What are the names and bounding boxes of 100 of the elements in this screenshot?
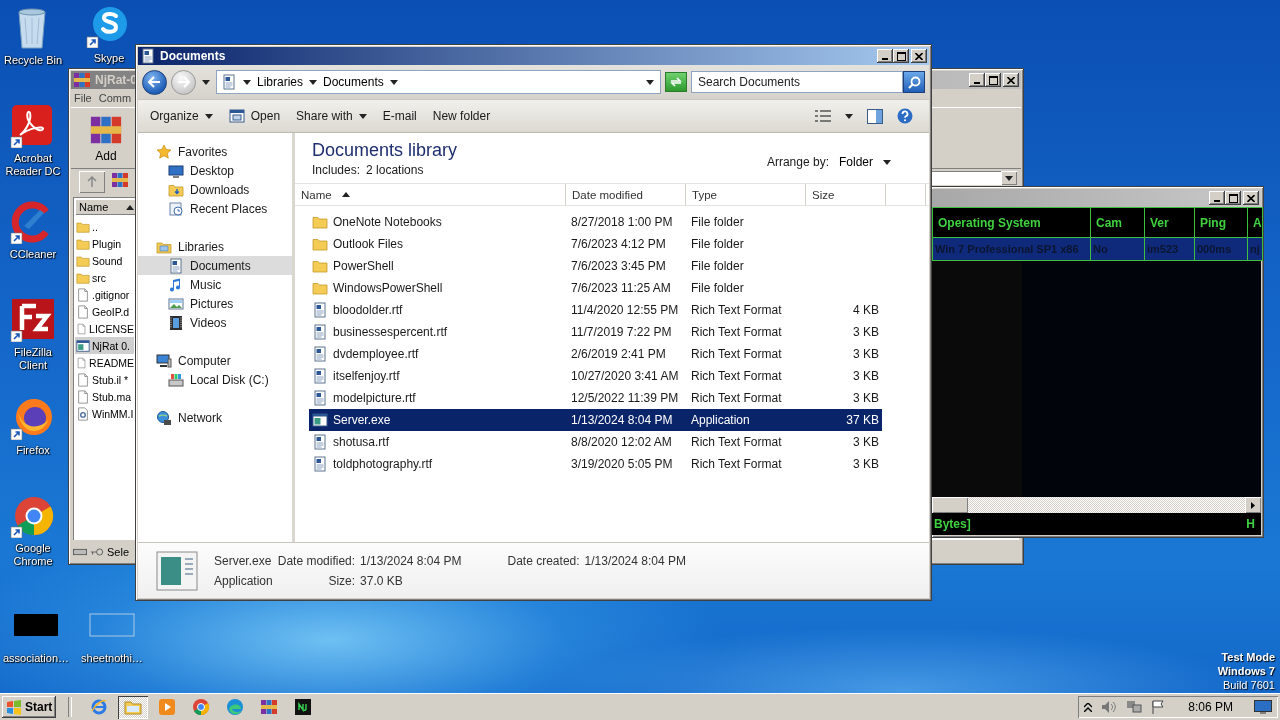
toolbar-button[interactable]: New folder xyxy=(426,106,497,126)
column-header[interactable]: Size xyxy=(806,184,886,205)
file-row[interactable]: Sound xyxy=(75,252,134,269)
maximize-button[interactable] xyxy=(1225,191,1241,205)
scroll-right-button[interactable] xyxy=(1245,497,1261,513)
file-row[interactable]: GeoIP.d xyxy=(75,303,134,320)
nav-item[interactable]: Desktop xyxy=(138,161,292,180)
back-button[interactable] xyxy=(142,69,167,95)
nav-group[interactable]: Computer xyxy=(138,351,292,370)
file-row[interactable]: OneNote Notebooks 8/27/2018 1:00 PM File folder xyxy=(309,211,882,233)
menu-item[interactable]: File xyxy=(74,92,92,104)
nav-item[interactable]: Music xyxy=(138,275,292,294)
nav-group[interactable]: Libraries xyxy=(138,237,292,256)
preview-pane-button[interactable] xyxy=(865,108,885,124)
nav-item[interactable]: Pictures xyxy=(138,294,292,313)
file-row[interactable]: Stub.ma xyxy=(75,388,134,405)
desktop-icon-label[interactable]: sheetnothi… xyxy=(81,652,143,665)
view-options-button[interactable] xyxy=(813,110,833,122)
maximize-icon xyxy=(896,51,906,61)
minimize-button[interactable] xyxy=(969,73,985,87)
file-row[interactable]: PowerShell 7/6/2023 3:45 PM File folder xyxy=(309,255,882,277)
desktop-icon-label[interactable]: Acrobat Reader DC xyxy=(0,152,66,178)
maximize-button[interactable] xyxy=(893,49,909,63)
file-row[interactable]: Server.exe 1/13/2024 8:04 PM Application 37 KB xyxy=(309,409,882,431)
file-row[interactable]: toldphotography.rtf 3/19/2020 5:05 PM Rich Text Format 3 KB xyxy=(309,453,882,475)
search-field[interactable]: Search Documents xyxy=(691,71,903,93)
file-row[interactable]: README xyxy=(75,354,134,371)
file-icon xyxy=(76,372,90,387)
nav-item[interactable]: Documents xyxy=(138,256,292,275)
file-row[interactable]: Plugin xyxy=(75,235,134,252)
breadcrumb-item[interactable]: Libraries xyxy=(257,75,304,89)
column-header[interactable]: Type xyxy=(686,184,806,205)
file-row[interactable]: dvdemployee.rtf 2/6/2019 2:41 PM Rich Text Format 3 KB xyxy=(309,343,882,365)
column-header[interactable]: A xyxy=(1247,207,1263,238)
desktop-icon-label[interactable]: CCleaner xyxy=(9,248,57,261)
address-field[interactable] xyxy=(931,171,1017,185)
file-row[interactable]: NjRat 0. xyxy=(75,337,134,354)
address-dropdown-button[interactable] xyxy=(644,79,656,85)
add-button[interactable]: Add xyxy=(85,111,127,165)
up-button[interactable] xyxy=(79,171,105,193)
file-row[interactable]: WinMM.I xyxy=(75,405,134,422)
desktop-icon-label[interactable]: Recycle Bin xyxy=(3,54,63,67)
breadcrumb-item[interactable]: Documents xyxy=(323,75,384,89)
refresh-button[interactable] xyxy=(665,72,687,92)
column-header[interactable]: Date modified xyxy=(566,184,686,205)
toolbar-button[interactable]: Organize xyxy=(144,106,219,126)
file-row[interactable]: .. xyxy=(75,218,134,235)
minimize-button[interactable] xyxy=(1209,191,1225,205)
minimize-button[interactable] xyxy=(877,49,893,63)
file-row[interactable]: src xyxy=(75,269,134,286)
file-row[interactable]: .gitignor xyxy=(75,286,134,303)
file-row[interactable]: bloodolder.rtf 11/4/2020 12:55 PM Rich Text Format 4 KB xyxy=(309,299,882,321)
column-header[interactable]: Name xyxy=(295,184,566,205)
locations-link[interactable]: 2 locations xyxy=(366,163,424,177)
file-row[interactable]: WindowsPowerShell 7/6/2023 11:25 AM File folder xyxy=(309,277,882,299)
horizontal-scrollbar[interactable] xyxy=(932,497,1261,513)
nav-group[interactable]: Favorites xyxy=(138,142,292,161)
column-header[interactable]: Ping xyxy=(1194,207,1248,238)
column-header[interactable]: Operating System xyxy=(932,207,1091,238)
file-row[interactable]: shotusa.rtf 8/8/2020 12:02 AM Rich Text Format 3 KB xyxy=(309,431,882,453)
desktop-icon-label[interactable]: association… xyxy=(2,652,69,665)
file-row[interactable]: Stub.il * xyxy=(75,371,134,388)
close-button[interactable] xyxy=(911,49,927,63)
column-header[interactable]: Cam xyxy=(1090,207,1145,238)
file-row[interactable]: modelpicture.rtf 12/5/2022 11:39 PM Rich Text Format 3 KB xyxy=(309,387,882,409)
clock[interactable]: 8:06 PM xyxy=(1188,700,1233,714)
view-dropdown-button[interactable] xyxy=(843,113,855,119)
address-field[interactable]: Libraries Documents xyxy=(216,70,661,94)
column-header[interactable]: Ver xyxy=(1144,207,1195,238)
nav-item[interactable]: Local Disk (C:) xyxy=(138,370,292,389)
taskbar-button[interactable] xyxy=(118,695,149,719)
nav-item[interactable]: Recent Places xyxy=(138,199,292,218)
size-cell-text: 3 KB xyxy=(852,325,880,339)
nav-item[interactable]: Downloads xyxy=(138,180,292,199)
close-button[interactable] xyxy=(1243,191,1259,205)
file-row[interactable]: businessespercent.rtf 11/7/2019 7:22 PM Rich Text Format 3 KB xyxy=(309,321,882,343)
search-button[interactable] xyxy=(903,71,925,93)
desktop-icon-label[interactable]: Firefox xyxy=(16,444,50,457)
help-icon xyxy=(897,108,913,124)
toolbar-button[interactable]: Open xyxy=(222,105,287,127)
help-button[interactable] xyxy=(895,108,915,124)
maximize-button[interactable] xyxy=(985,73,1001,87)
start-button[interactable]: Start xyxy=(2,696,57,718)
arrange-dropdown[interactable]: Folder xyxy=(839,155,891,169)
nav-group[interactable]: Network xyxy=(138,408,292,427)
file-row[interactable]: LICENSE xyxy=(75,320,134,337)
toolbar-button[interactable]: E-mail xyxy=(376,106,423,126)
history-button[interactable] xyxy=(200,79,212,85)
dropdown-button[interactable] xyxy=(1001,171,1017,185)
desktop-icon-label[interactable]: Skype xyxy=(93,52,125,65)
table-cell: Win 7 Professional SP1 x86 xyxy=(932,237,1091,261)
close-button[interactable] xyxy=(1003,73,1019,87)
desktop-icon-label[interactable]: Google Chrome xyxy=(0,542,66,568)
file-row[interactable]: itselfenjoy.rtf 10/27/2020 3:41 AM Rich Text Format 3 KB xyxy=(309,365,882,387)
toolbar-button[interactable]: Share with xyxy=(290,106,373,126)
scrollbar-thumb[interactable] xyxy=(932,497,968,513)
nav-item[interactable]: Videos xyxy=(138,313,292,332)
file-row[interactable]: Outlook Files 7/6/2023 4:12 PM File folder xyxy=(309,233,882,255)
menu-item[interactable]: Comm xyxy=(98,92,132,104)
desktop-icon-label[interactable]: FileZilla Client xyxy=(0,346,66,372)
